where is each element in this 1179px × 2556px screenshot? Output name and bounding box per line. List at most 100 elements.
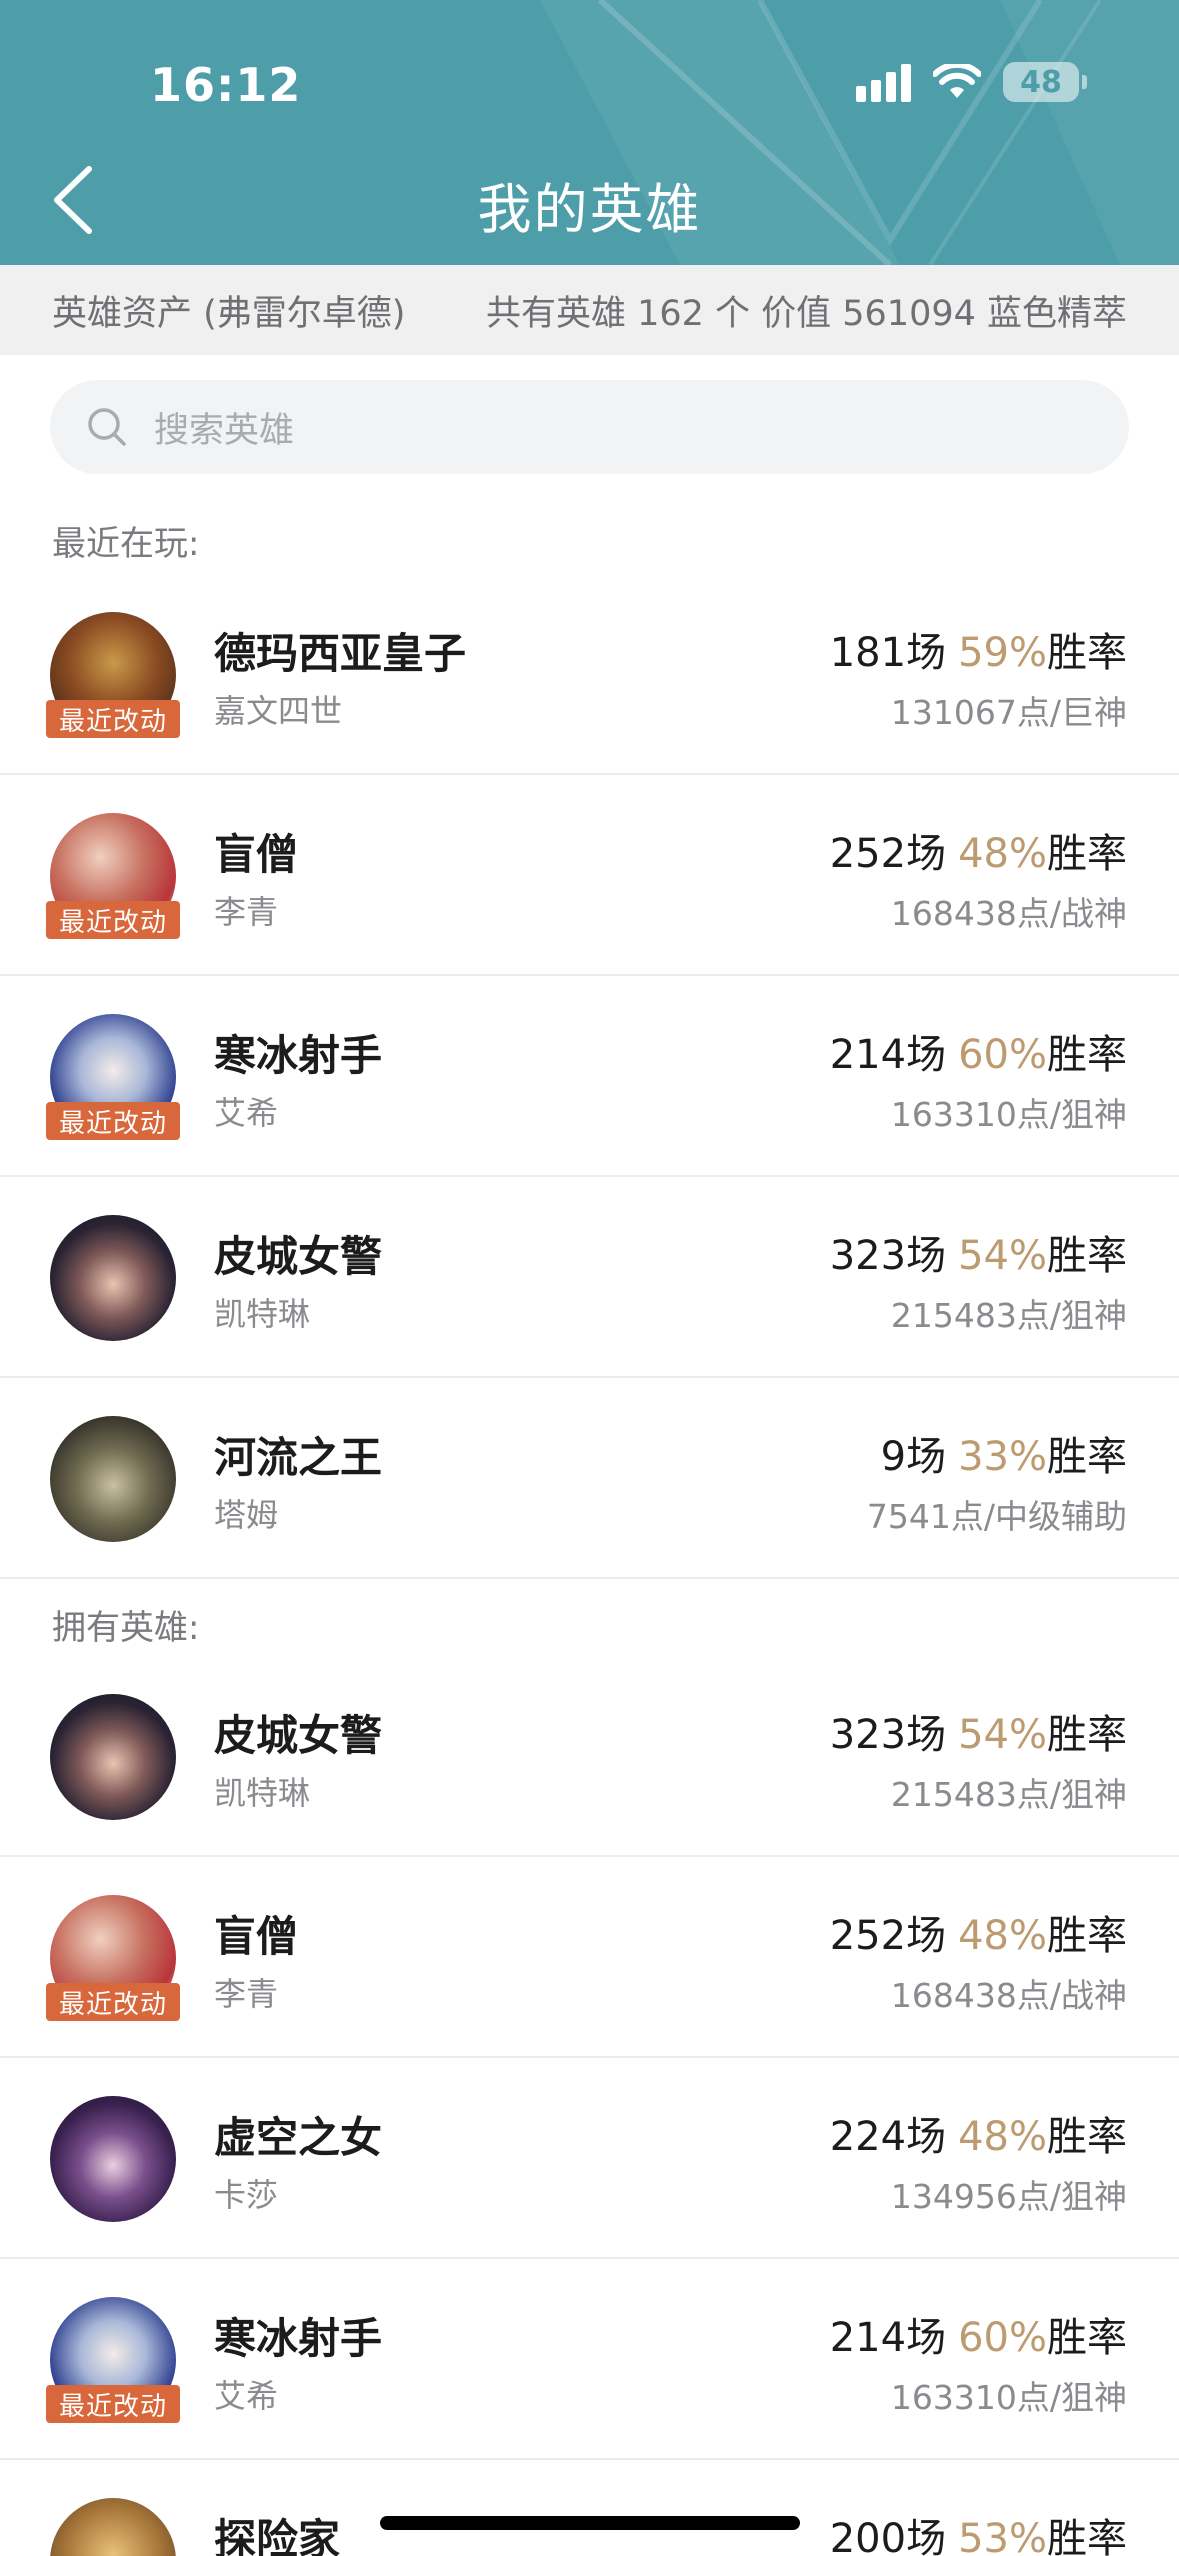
hero-mastery-points: 215483点/狙神 — [890, 1296, 1127, 1335]
hero-champion-name: 卡莎 — [214, 2176, 279, 2214]
hero-champion-name: 李青 — [214, 1975, 279, 2013]
hero-row[interactable]: 最近改动 盲僧 李青 252场 48%胜率 168438点/战神 — [0, 1857, 1179, 2058]
hero-win-rate-label: 胜率 — [1047, 630, 1127, 676]
recently-changed-badge: 最近改动 — [46, 2385, 180, 2423]
hero-stats: 323场 54%胜率 — [830, 1702, 1127, 1760]
hero-games: 214场 — [829, 2315, 947, 2361]
hero-games: 200场 — [829, 2516, 947, 2556]
hero-win-rate: 60%胜率 — [958, 2305, 1127, 2363]
hero-win-rate-value: 33% — [958, 1434, 1047, 1480]
page-title: 我的英雄 — [477, 178, 702, 241]
battery-icon: 48 — [1003, 62, 1087, 102]
hero-win-rate-value: 54% — [958, 1712, 1047, 1758]
hero-win-rate: 54%胜率 — [958, 1223, 1127, 1281]
hero-win-rate: 54%胜率 — [958, 1702, 1127, 1760]
hero-stats: 252场 48%胜率 — [830, 1903, 1127, 1961]
hero-name: 寒冰射手 — [214, 1031, 383, 1080]
hero-win-rate-value: 60% — [958, 2315, 1047, 2361]
hero-avatar — [50, 1215, 176, 1341]
hero-row[interactable]: 最近改动 盲僧 李青 252场 48%胜率 168438点/战神 — [0, 775, 1179, 976]
hero-avatar — [50, 2498, 176, 2556]
hero-mastery-points: 131067点/巨神 — [890, 693, 1127, 732]
hero-row[interactable]: 探险家 200场 53%胜率 — [0, 2460, 1179, 2556]
hero-win-rate-label: 胜率 — [1047, 1913, 1127, 1959]
recently-changed-badge: 最近改动 — [46, 1102, 180, 1140]
hero-win-rate-value: 48% — [958, 1913, 1047, 1959]
hero-row[interactable]: 皮城女警凯特琳 323场 54%胜率 215483点/狙神 — [0, 1656, 1179, 1857]
header: 16:12 48 我的英雄 — [0, 0, 1179, 265]
hero-name: 探险家 — [214, 2515, 341, 2556]
hero-mastery-points: 163310点/狙神 — [890, 1095, 1127, 1134]
status-icons: 48 — [856, 62, 1087, 102]
search-input[interactable]: 搜索英雄 — [50, 380, 1129, 474]
hero-win-rate-label: 胜率 — [1047, 1712, 1127, 1758]
hero-stats: 181场 59%胜率 — [830, 620, 1127, 678]
hero-row[interactable]: 皮城女警 凯特琳 323场 54%胜率 215483点/狙神 — [0, 1177, 1179, 1378]
hero-champion-name: 李青 — [214, 893, 279, 931]
status-time: 16:12 — [150, 58, 302, 112]
hero-win-rate-value: 48% — [958, 2114, 1047, 2160]
hero-champion-name: 凯特琳 — [214, 1295, 311, 1333]
hero-win-rate-value: 59% — [958, 630, 1047, 676]
hero-win-rate-label: 胜率 — [1047, 2315, 1127, 2361]
hero-avatar — [50, 1416, 176, 1542]
hero-champion-name: 凯特琳 — [214, 1774, 311, 1812]
hero-win-rate-value: 60% — [958, 1032, 1047, 1078]
hero-stats: 224场 48%胜率 — [830, 2104, 1127, 2162]
hero-games: 214场 — [829, 1032, 947, 1078]
recent-section-label: 最近在玩: — [52, 524, 200, 564]
hero-win-rate: 60%胜率 — [958, 1022, 1127, 1080]
hero-mastery-points: 215483点/狙神 — [890, 1775, 1127, 1814]
hero-games: 181场 — [829, 630, 947, 676]
hero-champion-name: 艾希 — [214, 1094, 279, 1132]
hero-row[interactable]: 虚空之女 卡莎 224场 48%胜率 134956点/狙神 — [0, 2058, 1179, 2259]
hero-stats: 200场 53%胜率 — [830, 2506, 1127, 2556]
asset-summary-bar: 英雄资产 (弗雷尔卓德) 共有英雄 162 个 价值 561094 蓝色精萃 — [0, 265, 1179, 355]
hero-mastery-points: 134956点/狙神 — [890, 2177, 1127, 2216]
recently-changed-badge: 最近改动 — [46, 700, 180, 738]
hero-win-rate-label: 胜率 — [1047, 1233, 1127, 1279]
hero-row[interactable]: 河流之王塔姆 9场 33%胜率 7541点/中级辅助 — [0, 1378, 1179, 1579]
hero-stats: 214场 60%胜率 — [830, 2305, 1127, 2363]
hero-win-rate-label: 胜率 — [1047, 1032, 1127, 1078]
hero-win-rate-value: 48% — [958, 831, 1047, 877]
hero-mastery-points: 7541点/中级辅助 — [866, 1497, 1127, 1536]
hero-name: 寒冰射手 — [214, 2314, 383, 2363]
hero-win-rate: 48%胜率 — [958, 2104, 1127, 2162]
hero-mastery-points: 168438点/战神 — [890, 1976, 1127, 2015]
hero-games: 323场 — [829, 1712, 947, 1758]
hero-games: 9场 — [880, 1434, 947, 1480]
hero-champion-name: 塔姆 — [214, 1496, 279, 1534]
hero-games: 252场 — [829, 1913, 947, 1959]
hero-stats: 323场 54%胜率 — [830, 1223, 1127, 1281]
recently-changed-badge: 最近改动 — [46, 901, 180, 939]
hero-stats: 9场 33%胜率 — [881, 1424, 1127, 1482]
hero-name: 河流之王 — [214, 1433, 383, 1482]
hero-name: 盲僧 — [214, 830, 299, 879]
hero-win-rate: 48%胜率 — [958, 821, 1127, 879]
hero-games: 252场 — [829, 831, 947, 877]
hero-games: 224场 — [829, 2114, 947, 2160]
hero-win-rate-value: 53% — [958, 2516, 1047, 2556]
hero-win-rate-label: 胜率 — [1047, 1434, 1127, 1480]
hero-games: 323场 — [829, 1233, 947, 1279]
hero-win-rate-label: 胜率 — [1047, 2114, 1127, 2160]
hero-row[interactable]: 最近改动 寒冰射手 艾希 214场 60%胜率 163310点/狙神 — [0, 2259, 1179, 2460]
hero-name: 皮城女警 — [214, 1711, 383, 1760]
hero-win-rate-value: 54% — [958, 1233, 1047, 1279]
cellular-signal-icon — [856, 62, 911, 102]
hero-win-rate: 53%胜率 — [958, 2506, 1127, 2556]
owned-section-label: 拥有英雄: — [52, 1608, 200, 1648]
hero-row[interactable]: 最近改动 德玛西亚皇子 嘉文四世 181场 59%胜率 131067点/巨神 — [0, 574, 1179, 775]
search-placeholder: 搜索英雄 — [154, 410, 295, 451]
asset-total-value: 共有英雄 162 个 价值 561094 蓝色精萃 — [485, 293, 1127, 334]
recent-hero-list: 最近改动 德玛西亚皇子 嘉文四世 181场 59%胜率 131067点/巨神 最近改动 盲僧李… — [0, 574, 1179, 1579]
hero-win-rate: 59%胜率 — [958, 620, 1127, 678]
asset-region-label: 英雄资产 (弗雷尔卓德) — [52, 293, 406, 334]
hero-row[interactable]: 最近改动 寒冰射手艾希 214场 60%胜率 163310点/狙神 — [0, 976, 1179, 1177]
hero-stats: 214场 60%胜率 — [830, 1022, 1127, 1080]
hero-stats: 252场 48%胜率 — [830, 821, 1127, 879]
my-heroes-screen: 16:12 48 我的英雄 英雄资产 (弗雷尔卓德) 共有英雄 162 个 价值… — [0, 0, 1179, 2556]
hero-champion-name: 艾希 — [214, 2377, 279, 2415]
hero-champion-name: 嘉文四世 — [214, 692, 343, 730]
